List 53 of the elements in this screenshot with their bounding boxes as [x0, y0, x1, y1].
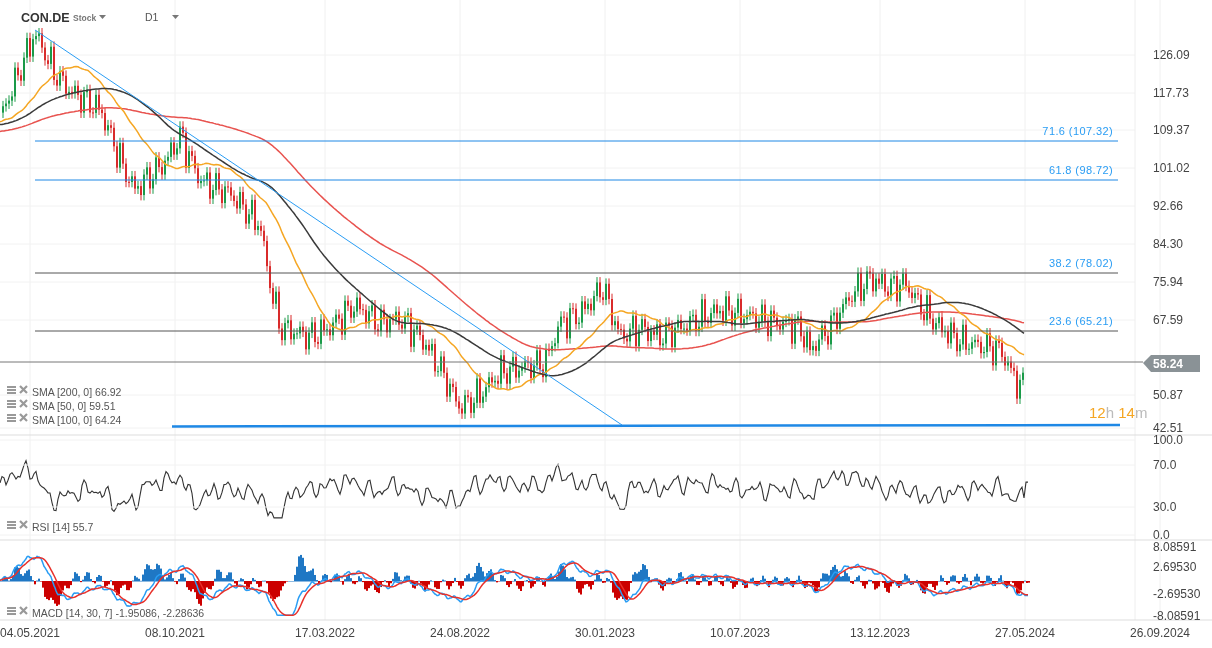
rsi-axis-label: 100.0 [1153, 433, 1184, 447]
fibonacci-label: 71.6 (107.32) [1042, 125, 1113, 137]
close-icon[interactable] [18, 605, 29, 616]
date-axis-label: 24.08.2022 [429, 626, 491, 640]
price-axis-label: 75.94 [1153, 275, 1184, 289]
date-axis-label: 04.05.2021 [0, 626, 61, 640]
indicator-legend: SMA [200, 0] 66.92 [32, 386, 122, 398]
list-icon[interactable] [7, 607, 16, 615]
macd-axis-label: 8.08591 [1153, 540, 1197, 554]
list-icon[interactable] [7, 414, 16, 422]
indicator-legend: RSI [14] 55.7 [32, 521, 94, 533]
close-icon[interactable] [18, 398, 29, 409]
price-axis-label: 67.59 [1153, 313, 1184, 327]
date-axis-label: 08.10.2021 [144, 626, 206, 640]
list-icon[interactable] [7, 521, 16, 529]
price-axis-label: 50.87 [1153, 388, 1184, 402]
fibonacci-label: 61.8 (98.72) [1048, 164, 1113, 176]
indicator-legend: SMA [100, 0] 64.24 [32, 414, 122, 426]
price-axis-label: 109.37 [1153, 123, 1190, 137]
macd-axis-label: 2.69530 [1153, 560, 1197, 574]
fibonacci-label: 23.6 (65.21) [1048, 315, 1113, 327]
rsi-axis-label: 30.0 [1153, 500, 1177, 514]
date-axis-label: 27.05.2024 [994, 626, 1056, 640]
date-axis-label: 17.03.2022 [294, 626, 356, 640]
price-axis-label: 42.51 [1153, 421, 1184, 435]
price-axis-label: 117.73 [1153, 86, 1189, 100]
instrument-type: Stock [73, 13, 97, 23]
interval-selector[interactable]: D1 [145, 11, 159, 23]
rsi-axis-label: 0.0 [1153, 528, 1170, 542]
date-axis-label: 13.12.2023 [849, 626, 911, 640]
indicator-legend: SMA [50, 0] 59.51 [32, 400, 116, 412]
indicator-legend: MACD [14, 30, 7] -1.95086, -2.28636 [32, 607, 205, 619]
caret-icon[interactable] [99, 15, 106, 19]
macd-axis-label: -8.08591 [1153, 609, 1201, 623]
rsi-axis-label: 70.0 [1153, 458, 1177, 472]
last-price-tag: 58.24 [1143, 355, 1200, 372]
symbol-title: CON.DE [21, 11, 70, 25]
list-icon[interactable] [7, 386, 16, 394]
close-icon[interactable] [18, 412, 29, 423]
price-axis-label: 84.30 [1153, 237, 1184, 251]
close-icon[interactable] [18, 519, 29, 530]
countdown-timer: 12h 14m [1089, 404, 1148, 421]
price-axis-label: 101.02 [1153, 161, 1190, 175]
caret-icon[interactable] [172, 15, 179, 19]
fibonacci-label: 38.2 (78.02) [1048, 257, 1113, 269]
list-icon[interactable] [7, 400, 16, 408]
price-axis-label: 126.09 [1153, 48, 1190, 62]
date-axis-label: 26.09.2024 [1129, 626, 1191, 640]
close-icon[interactable] [18, 384, 29, 395]
price-axis-label: 92.66 [1153, 199, 1184, 213]
date-axis-label: 10.07.2023 [709, 626, 771, 640]
date-axis-label: 30.01.2023 [574, 626, 636, 640]
macd-axis-label: -2.69530 [1153, 587, 1201, 601]
